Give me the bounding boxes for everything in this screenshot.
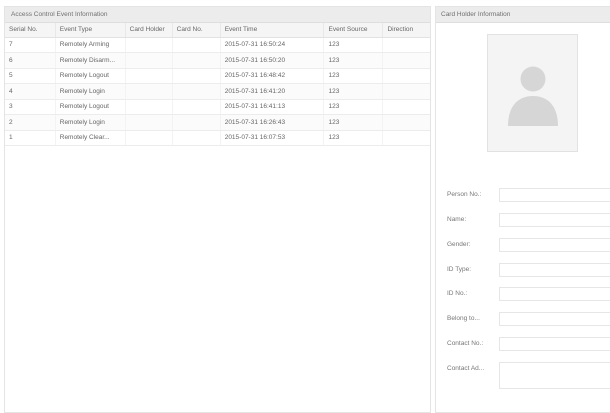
table-row[interactable]: 6 Remotely Disarm... 2015-07-31 16:50:20… — [5, 52, 430, 69]
column-header-event-source[interactable]: Event Source — [323, 23, 384, 38]
cell-event-source: 123 — [323, 83, 384, 100]
cell-direction — [382, 130, 430, 146]
cell-event-source: 123 — [323, 130, 384, 146]
cell-direction — [382, 99, 430, 115]
cell-event-type: Remotely Login — [55, 83, 126, 100]
cell-event-type: Remotely Disarm... — [55, 52, 126, 69]
cell-event-type: Remotely Logout — [55, 68, 126, 84]
column-header-direction[interactable]: Direction — [382, 23, 430, 38]
id-type-label: ID Type: — [447, 266, 472, 273]
belong-to-field — [499, 312, 610, 326]
person-no-label: Person No.: — [447, 191, 482, 198]
contact-address-row: Contact Ad... — [447, 362, 610, 389]
cell-event-type: Remotely Login — [55, 114, 126, 131]
cell-event-source: 123 — [323, 99, 384, 115]
person-no-field — [499, 188, 610, 202]
card-holder-photo — [487, 34, 578, 152]
cell-direction — [382, 83, 430, 100]
cell-direction — [382, 52, 430, 69]
id-type-field — [499, 263, 610, 277]
table-row[interactable]: 5 Remotely Logout 2015-07-31 16:48:42 12… — [5, 68, 430, 84]
name-field — [499, 213, 610, 227]
contact-address-field — [499, 362, 610, 389]
contact-no-row: Contact No.: — [447, 337, 610, 353]
cell-serial-no: 5 — [5, 68, 56, 84]
cell-card-no — [172, 68, 221, 84]
cell-event-time: 2015-07-31 16:41:20 — [220, 83, 325, 100]
column-header-card-no[interactable]: Card No. — [172, 23, 221, 38]
table-row[interactable]: 4 Remotely Login 2015-07-31 16:41:20 123 — [5, 83, 430, 100]
event-table: Serial No. Event Type Card Holder Card N… — [5, 23, 430, 146]
cell-serial-no: 4 — [5, 83, 56, 100]
cell-direction — [382, 37, 430, 53]
table-row[interactable]: 1 Remotely Clear... 2015-07-31 16:07:53 … — [5, 130, 430, 146]
person-no-row: Person No.: — [447, 188, 610, 204]
id-no-field — [499, 287, 610, 301]
cell-card-holder — [125, 114, 173, 131]
name-row: Name: — [447, 213, 610, 229]
contact-no-label: Contact No.: — [447, 340, 484, 347]
table-row[interactable]: 2 Remotely Login 2015-07-31 16:26:43 123 — [5, 114, 430, 131]
column-header-card-holder[interactable]: Card Holder — [125, 23, 173, 38]
cell-card-no — [172, 83, 221, 100]
cell-event-time: 2015-07-31 16:48:42 — [220, 68, 325, 84]
cell-card-holder — [125, 130, 173, 146]
id-no-label: ID No.: — [447, 290, 468, 297]
cell-serial-no: 2 — [5, 114, 56, 131]
cell-card-no — [172, 37, 221, 53]
cell-card-holder — [125, 83, 173, 100]
cell-card-holder — [125, 52, 173, 69]
cell-serial-no: 7 — [5, 37, 56, 53]
person-silhouette-icon — [507, 66, 558, 126]
belong-to-label: Belong to... — [447, 315, 480, 322]
belong-to-row: Belong to... — [447, 312, 610, 328]
id-type-row: ID Type: — [447, 263, 610, 279]
cell-serial-no: 3 — [5, 99, 56, 115]
cell-event-source: 123 — [323, 114, 384, 131]
table-row[interactable]: 3 Remotely Logout 2015-07-31 16:41:13 12… — [5, 99, 430, 115]
cell-event-source: 123 — [323, 68, 384, 84]
cell-serial-no: 6 — [5, 52, 56, 69]
cell-card-holder — [125, 68, 173, 84]
access-control-event-panel: Access Control Event Information Serial … — [4, 6, 431, 413]
id-no-row: ID No.: — [447, 287, 610, 303]
cell-card-no — [172, 114, 221, 131]
column-header-event-type[interactable]: Event Type — [55, 23, 126, 38]
cell-event-type: Remotely Clear... — [55, 130, 126, 146]
cell-event-type: Remotely Logout — [55, 99, 126, 115]
cell-event-time: 2015-07-31 16:26:43 — [220, 114, 325, 131]
gender-label: Gender: — [447, 241, 471, 248]
contact-no-field — [499, 337, 610, 351]
name-label: Name: — [447, 216, 467, 223]
cell-direction — [382, 68, 430, 84]
contact-address-label: Contact Ad... — [447, 365, 485, 372]
cell-event-time: 2015-07-31 16:07:53 — [220, 130, 325, 146]
cell-event-time: 2015-07-31 16:50:20 — [220, 52, 325, 69]
table-row[interactable]: 7 Remotely Arming 2015-07-31 16:50:24 12… — [5, 37, 430, 53]
table-header-row: Serial No. Event Type Card Holder Card N… — [5, 23, 430, 38]
cell-card-holder — [125, 99, 173, 115]
cell-direction — [382, 114, 430, 131]
cell-event-time: 2015-07-31 16:41:13 — [220, 99, 325, 115]
cell-card-no — [172, 52, 221, 69]
cell-serial-no: 1 — [5, 130, 56, 146]
column-header-serial-no[interactable]: Serial No. — [5, 23, 56, 38]
gender-row: Gender: — [447, 238, 610, 254]
gender-field — [499, 238, 610, 252]
cell-event-time: 2015-07-31 16:50:24 — [220, 37, 325, 53]
cell-event-source: 123 — [323, 52, 384, 69]
card-holder-panel: Card Holder Information Person No.: Name… — [435, 6, 610, 413]
event-panel-title: Access Control Event Information — [5, 7, 430, 23]
cell-event-type: Remotely Arming — [55, 37, 126, 53]
cell-card-no — [172, 130, 221, 146]
cell-event-source: 123 — [323, 37, 384, 53]
cell-card-holder — [125, 37, 173, 53]
column-header-event-time[interactable]: Event Time — [220, 23, 325, 38]
card-holder-panel-title: Card Holder Information — [436, 7, 610, 23]
cell-card-no — [172, 99, 221, 115]
